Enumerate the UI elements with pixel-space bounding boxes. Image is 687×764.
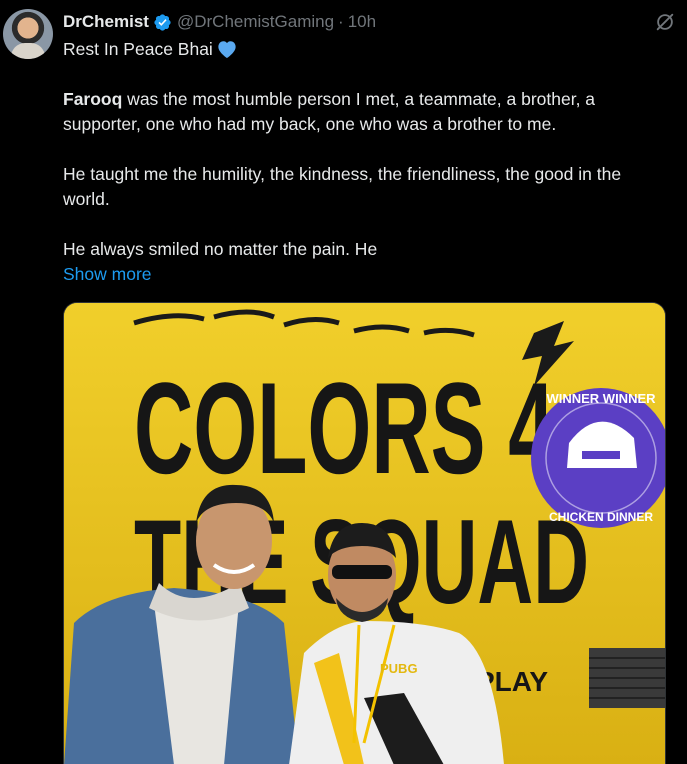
avatar[interactable] xyxy=(3,9,53,59)
grok-icon[interactable] xyxy=(654,11,676,33)
verified-badge-icon xyxy=(154,13,171,31)
blue-heart-icon xyxy=(218,41,236,59)
text-line-2: Farooq was the most humble person I met,… xyxy=(63,89,596,109)
text-line-4: He taught me the humility, the kindness,… xyxy=(63,164,622,184)
text-line-5: world. xyxy=(63,189,110,209)
badge-text-top: WINNER WINNER xyxy=(546,391,656,406)
timestamp[interactable]: 10h xyxy=(348,12,376,32)
tweet[interactable]: DrChemist @DrChemistGaming · 10h Rest In… xyxy=(0,0,687,764)
handle[interactable]: @DrChemistGaming xyxy=(177,12,334,32)
tweet-text: Rest In Peace Bhai Farooq was the most h… xyxy=(63,37,687,262)
shirt-text: PUBG xyxy=(380,661,418,676)
show-more-link[interactable]: Show more xyxy=(63,262,152,287)
badge-text-bottom: CHICKEN DINNER xyxy=(549,510,653,524)
text-line-6: He always smiled no matter the pain. He xyxy=(63,239,378,259)
separator: · xyxy=(338,12,344,31)
text-line-3: supporter, one who had my back, one who … xyxy=(63,114,557,134)
truck-text-line1: COLORS 4 xyxy=(134,355,554,501)
tweet-header: DrChemist @DrChemistGaming · 10h xyxy=(63,11,376,33)
photo-illustration: COLORS 4 THE SQUAD WINNER WINNER CHICKEN… xyxy=(64,303,665,764)
tweet-photo[interactable]: COLORS 4 THE SQUAD WINNER WINNER CHICKEN… xyxy=(63,302,666,764)
text-line-1: Rest In Peace Bhai xyxy=(63,37,687,62)
mention-farooq: Farooq xyxy=(63,89,123,109)
display-name[interactable]: DrChemist xyxy=(63,12,149,32)
